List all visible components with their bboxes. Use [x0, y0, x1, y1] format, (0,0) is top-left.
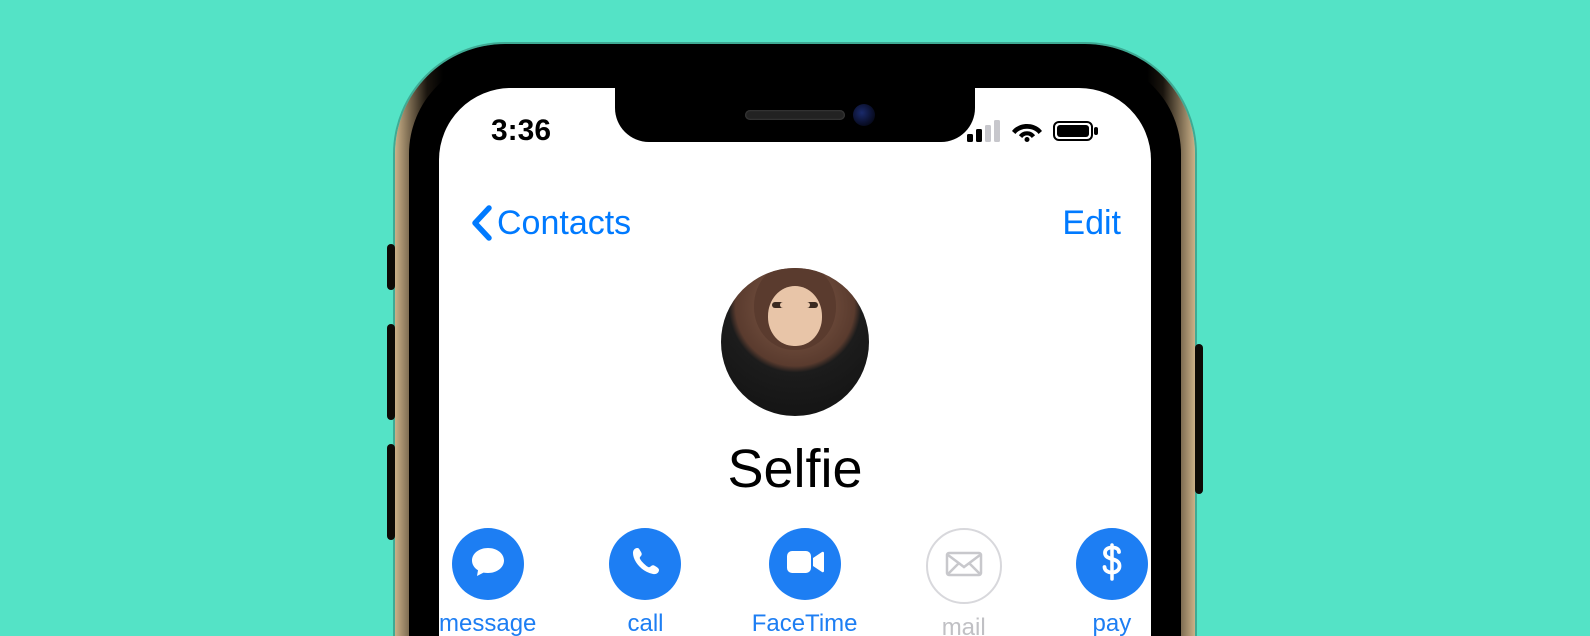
- chevron-left-icon: [469, 204, 495, 242]
- volume-down-button: [387, 444, 395, 540]
- back-label: Contacts: [497, 204, 631, 243]
- mute-switch: [387, 244, 395, 290]
- cellular-signal-icon: [967, 120, 1001, 142]
- phone-icon: [628, 545, 662, 584]
- mail-label: mail: [942, 614, 986, 636]
- contact-header: Selfie: [439, 268, 1151, 500]
- phone-frame: 3:36: [395, 44, 1195, 636]
- pay-action: pay: [1073, 528, 1151, 636]
- stage: 3:36: [0, 0, 1590, 636]
- back-button[interactable]: Contacts: [469, 204, 631, 243]
- avatar[interactable]: [721, 268, 869, 416]
- facetime-button[interactable]: [769, 528, 841, 600]
- call-action: call: [606, 528, 684, 636]
- mail-button: [926, 528, 1002, 604]
- mail-icon: [945, 550, 983, 583]
- mail-action: mail: [925, 528, 1003, 636]
- pay-label: pay: [1093, 610, 1132, 636]
- call-button[interactable]: [609, 528, 681, 600]
- battery-icon: [1053, 120, 1099, 142]
- message-label: message: [439, 610, 536, 636]
- message-icon: [470, 545, 506, 584]
- dollar-icon: [1101, 543, 1123, 586]
- power-button: [1195, 344, 1203, 494]
- status-bar: 3:36: [439, 106, 1151, 156]
- pay-button[interactable]: [1076, 528, 1148, 600]
- facetime-label: FaceTime: [752, 610, 858, 636]
- video-icon: [785, 548, 825, 581]
- contact-name: Selfie: [727, 438, 862, 500]
- message-button[interactable]: [452, 528, 524, 600]
- message-action: message: [439, 528, 536, 636]
- phone-screen: 3:36: [439, 88, 1151, 636]
- status-time: 3:36: [491, 114, 551, 148]
- call-label: call: [627, 610, 663, 636]
- phone-bezel: 3:36: [409, 58, 1181, 636]
- volume-up-button: [387, 324, 395, 420]
- nav-bar: Contacts Edit: [439, 188, 1151, 258]
- status-icons: [967, 120, 1099, 142]
- facetime-action: FaceTime: [755, 528, 855, 636]
- edit-button[interactable]: Edit: [1062, 204, 1121, 243]
- action-row: message call: [439, 528, 1151, 636]
- wifi-icon: [1011, 120, 1043, 142]
